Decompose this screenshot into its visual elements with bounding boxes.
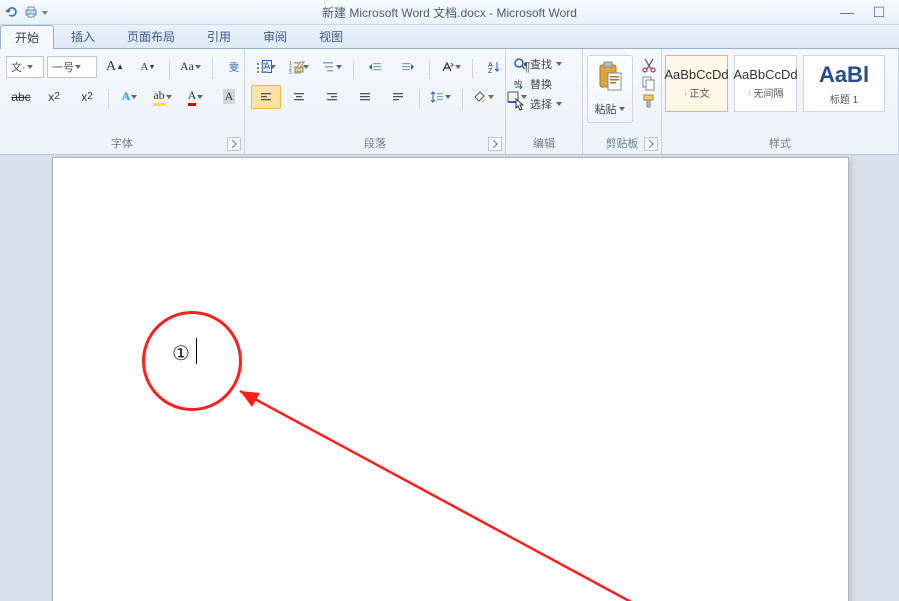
svg-text:3: 3	[289, 70, 292, 74]
font-dialog-launcher[interactable]	[227, 137, 241, 151]
highlight-button[interactable]: ab	[148, 85, 178, 109]
format-painter-icon[interactable]	[641, 93, 657, 109]
align-left-button[interactable]	[251, 85, 281, 109]
dropdown-icon	[454, 56, 462, 78]
tab-view[interactable]: 视图	[304, 24, 358, 48]
numbering-button[interactable]: 123	[284, 55, 314, 79]
char-shading-button[interactable]: A	[214, 85, 244, 109]
font-color-button[interactable]: A	[181, 85, 211, 109]
asian-layout-button[interactable]	[436, 55, 466, 79]
paste-button[interactable]: 粘贴	[587, 55, 633, 123]
clipboard-dialog-launcher[interactable]	[644, 137, 658, 151]
paste-label: 粘贴	[595, 101, 617, 117]
strikethrough-button[interactable]: abc	[6, 85, 36, 109]
font-face-value: 文·	[11, 59, 26, 75]
style-heading1[interactable]: AaBl 标题 1	[803, 55, 885, 112]
dropdown-icon	[194, 56, 202, 78]
subscript-button[interactable]: x2	[39, 85, 69, 109]
style-no-spacing[interactable]: AaBbCcDd ↓无间隔	[734, 55, 797, 112]
select-label: 选择	[530, 96, 552, 112]
cut-icon[interactable]	[641, 57, 657, 73]
ribbon: 文· 一号 A▲ A▼ Aa 雯 A abc x2 x2 A ab A A	[0, 49, 899, 155]
style-name-text: 无间隔	[754, 85, 784, 100]
font-size-value: 一号	[52, 59, 74, 75]
align-center-button[interactable]	[284, 85, 314, 109]
tab-insert[interactable]: 插入	[56, 24, 110, 48]
leader-icon: ↓	[684, 88, 688, 97]
annotation-circle	[142, 311, 242, 411]
window-title: 新建 Microsoft Word 文档.docx - Microsoft Wo…	[0, 4, 899, 21]
paste-icon	[596, 56, 624, 98]
find-label: 查找	[530, 56, 552, 72]
select-button[interactable]: 选择	[510, 95, 566, 113]
dropdown-icon	[487, 86, 495, 108]
tab-start[interactable]: 开始	[0, 25, 54, 49]
align-right-button[interactable]	[317, 85, 347, 109]
group-label-styles: 样式	[662, 133, 898, 154]
paragraph-dialog-launcher[interactable]	[488, 137, 502, 151]
sort-button[interactable]: AZ	[479, 55, 509, 79]
group-label-editing: 编辑	[506, 133, 582, 154]
group-paragraph: 123 AZ ¶	[245, 49, 506, 154]
style-normal[interactable]: AaBbCcDd ↓正文	[665, 55, 728, 112]
replace-button[interactable]: ab 替换	[510, 75, 566, 93]
dropdown-icon	[130, 86, 138, 108]
line-spacing-button[interactable]	[426, 85, 456, 109]
dropdown-icon	[269, 56, 277, 78]
style-name-text: 标题 1	[830, 91, 858, 106]
increase-indent-button[interactable]	[393, 55, 423, 79]
tab-review[interactable]: 审阅	[248, 24, 302, 48]
dropdown-icon	[618, 98, 626, 120]
tab-layout[interactable]: 页面布局	[112, 24, 190, 48]
group-label-font: 字体	[0, 133, 244, 154]
bullets-button[interactable]	[251, 55, 281, 79]
superscript-button[interactable]: x2	[72, 85, 102, 109]
copy-icon[interactable]	[641, 75, 657, 91]
align-distribute-button[interactable]	[383, 85, 413, 109]
dropdown-icon	[302, 56, 310, 78]
replace-label: 替换	[530, 76, 552, 92]
shading-button[interactable]	[469, 85, 499, 109]
text-effects-button[interactable]: A	[115, 85, 145, 109]
grow-font-button[interactable]: A▲	[100, 55, 130, 79]
style-name-text: 正文	[690, 85, 710, 100]
group-label-paragraph: 段落	[245, 133, 505, 154]
dropdown-icon	[165, 86, 173, 108]
style-preview-text: AaBl	[819, 62, 869, 88]
svg-text:Z: Z	[488, 68, 493, 74]
leader-icon: ↓	[748, 88, 752, 97]
dropdown-icon	[555, 53, 563, 75]
font-face-combo[interactable]: 文·	[6, 56, 44, 78]
dropdown-icon	[26, 57, 34, 77]
style-preview-text: AaBbCcDd	[733, 67, 797, 82]
dropdown-icon	[335, 56, 343, 78]
ribbon-tabs: 开始 插入 页面布局 引用 审阅 视图	[0, 25, 899, 49]
document-area[interactable]: ①	[0, 155, 899, 601]
dropdown-icon	[555, 93, 563, 115]
dropdown-icon	[196, 86, 204, 108]
decrease-indent-button[interactable]	[360, 55, 390, 79]
tab-references[interactable]: 引用	[192, 24, 246, 48]
dropdown-icon	[74, 57, 82, 77]
shrink-font-button[interactable]: A▼	[133, 55, 163, 79]
font-size-combo[interactable]: 一号	[47, 56, 97, 78]
group-font: 文· 一号 A▲ A▼ Aa 雯 A abc x2 x2 A ab A A	[0, 49, 245, 154]
multilevel-list-button[interactable]	[317, 55, 347, 79]
group-clipboard: 粘贴 剪贴板	[583, 49, 662, 154]
group-editing: 查找 ab 替换 选择 编辑	[506, 49, 583, 154]
style-preview-text: AaBbCcDd	[664, 67, 728, 82]
dropdown-icon	[444, 86, 452, 108]
find-button[interactable]: 查找	[510, 55, 566, 73]
align-justify-button[interactable]	[350, 85, 380, 109]
group-styles: AaBbCcDd ↓正文 AaBbCcDd ↓无间隔 AaBl 标题 1 样式	[662, 49, 899, 154]
change-case-button[interactable]: Aa	[176, 55, 206, 79]
title-bar: 新建 Microsoft Word 文档.docx - Microsoft Wo…	[0, 0, 899, 25]
